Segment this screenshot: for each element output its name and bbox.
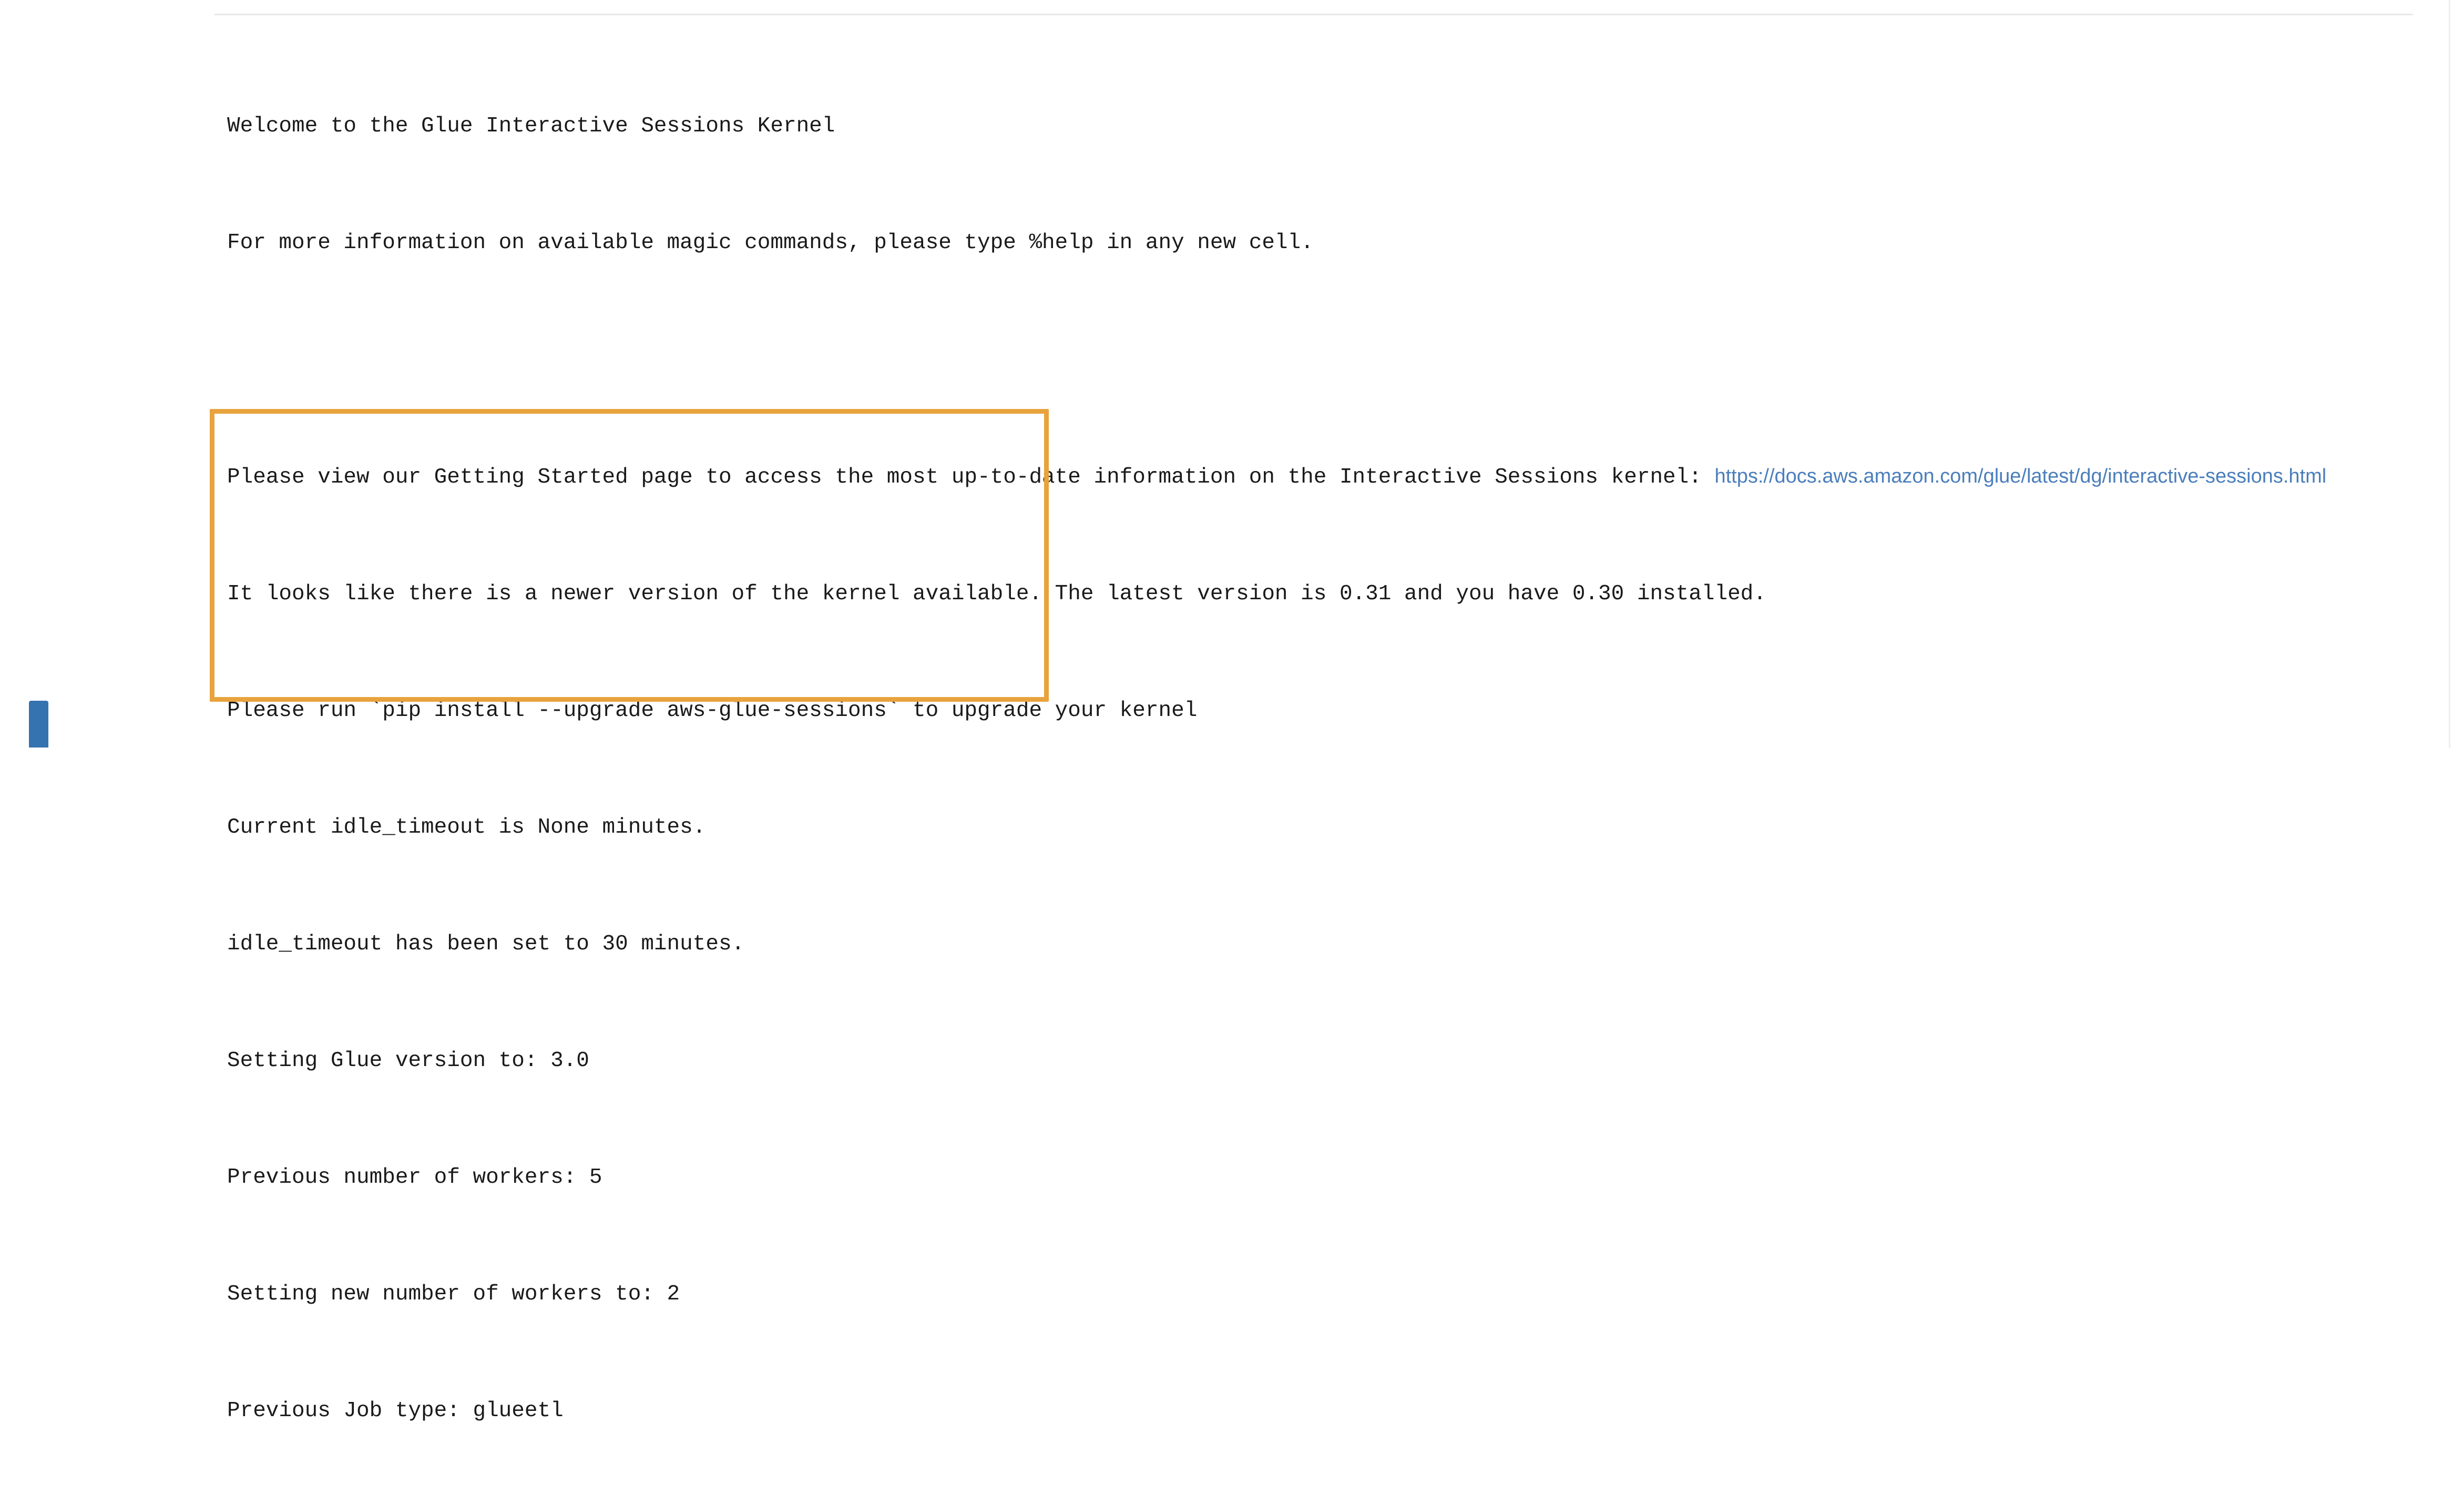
output-line-previous-workers: Previous number of workers: 5 <box>227 1165 602 1190</box>
active-cell-marker <box>29 701 48 748</box>
output-line-glue-version: Setting Glue version to: 3.0 <box>227 1048 589 1073</box>
output-line-magic-help: For more information on available magic … <box>227 230 1314 255</box>
output-line-previous-job-type: Previous Job type: glueetl <box>227 1398 564 1423</box>
notebook-output-cell: Welcome to the Glue Interactive Sessions… <box>0 0 2464 1423</box>
getting-started-text: Please view our Getting Started page to … <box>227 465 1715 489</box>
output-line-blank <box>227 345 2414 375</box>
notebook-scrollbar[interactable] <box>2449 0 2450 748</box>
cell-divider <box>214 14 2413 15</box>
output-line-getting-started: Please view our Getting Started page to … <box>227 462 2414 493</box>
output-line-pip-upgrade: Please run `pip install --upgrade aws-gl… <box>227 698 1198 723</box>
interactive-sessions-docs-link[interactable]: https://docs.aws.amazon.com/glue/latest/… <box>1714 465 2326 487</box>
kernel-output-stream: Welcome to the Glue Interactive Sessions… <box>227 24 2414 1495</box>
output-line-new-workers: Setting new number of workers to: 2 <box>227 1282 680 1306</box>
output-line-newer-version: It looks like there is a newer version o… <box>227 581 1766 606</box>
output-line-idle-timeout-set: idle_timeout has been set to 30 minutes. <box>227 931 745 956</box>
output-line-current-idle-timeout: Current idle_timeout is None minutes. <box>227 815 706 839</box>
output-line-welcome: Welcome to the Glue Interactive Sessions… <box>227 114 835 138</box>
